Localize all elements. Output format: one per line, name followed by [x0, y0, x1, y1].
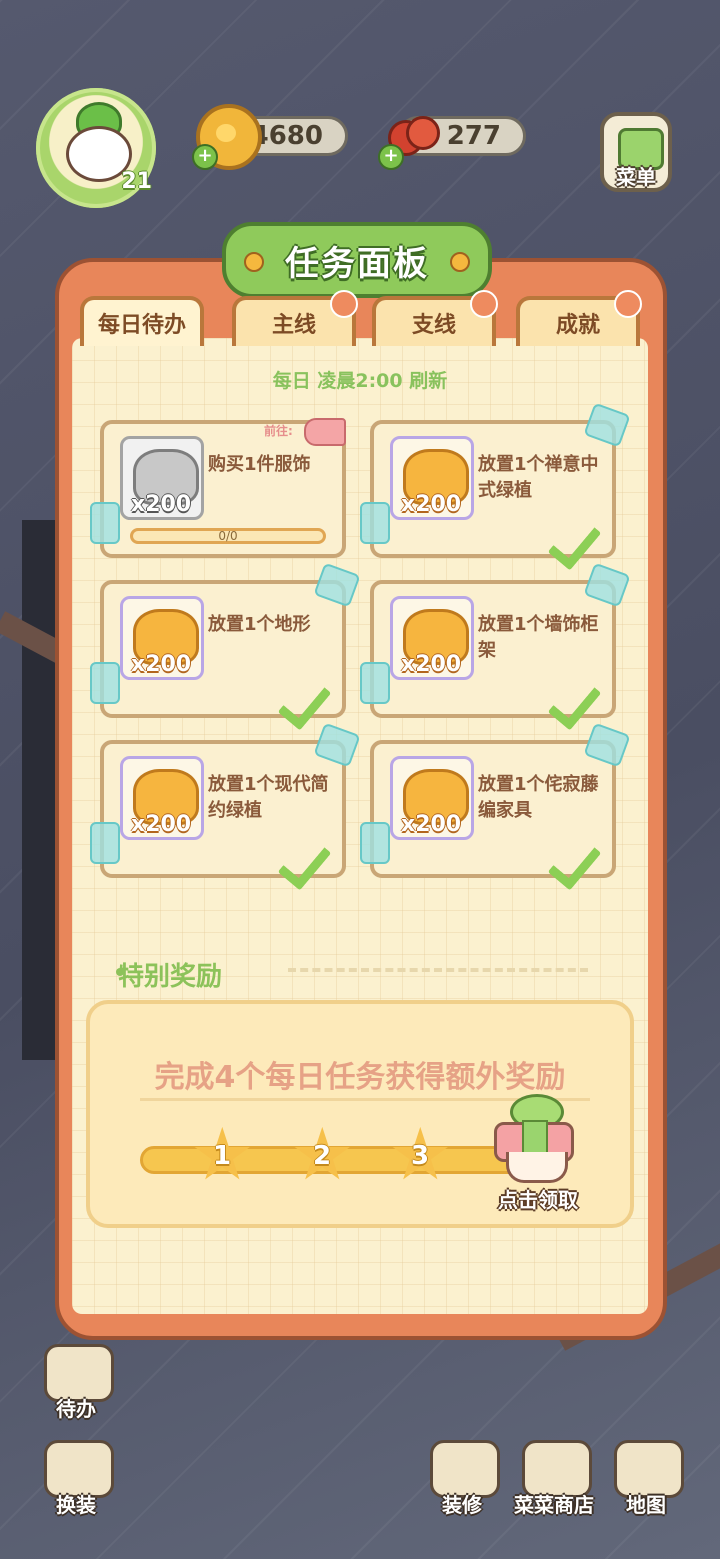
section-divider — [288, 968, 588, 982]
cherry-amount: 277 — [446, 121, 501, 151]
goto-label: 前往: — [264, 424, 293, 438]
tab-achievement-label: 成就 — [555, 313, 600, 338]
task-card[interactable]: x200 放置1个禅意中式绿植 — [360, 402, 631, 560]
decorate-button[interactable]: 装修 — [420, 1440, 504, 1518]
task-progress: 0/0 — [130, 528, 326, 544]
milestone-label: 3 — [410, 1141, 430, 1171]
refresh-note: 每日 凌晨2:00 刷新 — [272, 370, 448, 392]
tab-daily-label: 每日待办 — [97, 313, 186, 338]
reward-icon: x200 — [390, 756, 474, 840]
map-button[interactable]: 地图 — [604, 1440, 688, 1518]
check-icon — [284, 676, 340, 720]
task-card[interactable]: x200 放置1个现代简约绿植 — [90, 722, 361, 880]
todo-label: 待办 — [56, 1397, 96, 1421]
check-icon — [554, 836, 610, 880]
new-badge-icon — [614, 290, 642, 318]
milestone-star-icon: 1 — [190, 1118, 255, 1190]
decorate-label: 装修 — [442, 1493, 482, 1517]
task-text: 购买1件服饰 — [208, 454, 311, 475]
milestone-label: 1 — [212, 1141, 232, 1171]
special-reward-desc: 完成4个每日任务获得额外奖励 — [154, 1060, 566, 1095]
new-badge-icon — [470, 290, 498, 318]
reward-qty: x200 — [131, 492, 192, 517]
tab-side-label: 支线 — [411, 313, 456, 338]
reward-qty: x200 — [401, 812, 462, 837]
tape-decoration — [360, 822, 390, 864]
claim-reward-button[interactable]: 点击领取 — [482, 1184, 594, 1213]
check-icon — [554, 676, 610, 720]
milestone-star-icon: 3 — [388, 1118, 453, 1190]
task-text: 放置1个地形 — [208, 614, 311, 635]
tape-decoration — [360, 502, 390, 544]
reward-qty: x200 — [131, 652, 192, 677]
task-card[interactable]: x200 购买1件服饰 前往: 0/0 — [90, 418, 346, 558]
outfit-label: 换装 — [56, 1493, 96, 1517]
shop-button[interactable]: 菜菜商店 — [512, 1440, 596, 1518]
tab-main-label: 主线 — [271, 313, 316, 338]
task-card[interactable]: x200 放置1个墙饰柜架 — [360, 562, 631, 720]
reward-qty: x200 — [401, 652, 462, 677]
tab-achievement[interactable]: 成就 — [516, 290, 642, 346]
task-text: 放置1个墙饰柜架 — [478, 614, 599, 661]
reward-qty: x200 — [131, 812, 192, 837]
menu-label: 菜单 — [616, 165, 656, 189]
add-coins-button[interactable]: + — [192, 144, 218, 170]
task-text: 放置1个侘寂藤编家具 — [478, 774, 599, 821]
tape-decoration — [360, 662, 390, 704]
map-label: 地图 — [626, 1493, 666, 1517]
reward-icon: x200 — [390, 596, 474, 680]
tab-main[interactable]: 主线 — [232, 290, 358, 346]
reward-icon: x200 — [390, 436, 474, 520]
milestone-star-icon: 2 — [290, 1118, 355, 1190]
menu-button[interactable]: 菜单 — [600, 112, 672, 192]
panel-title-text: 任务面板 — [285, 243, 429, 284]
gift-box-icon[interactable] — [492, 1094, 576, 1183]
task-card[interactable]: x200 放置1个侘寂藤编家具 — [360, 722, 631, 880]
task-text: 放置1个禅意中式绿植 — [478, 454, 599, 501]
add-cherries-button[interactable]: + — [378, 144, 404, 170]
tape-decoration — [90, 502, 120, 544]
reward-qty: x200 — [401, 492, 462, 517]
outfit-button[interactable]: 换装 — [34, 1440, 118, 1518]
check-icon — [554, 516, 610, 560]
milestone-label: 2 — [312, 1141, 332, 1171]
new-badge-icon — [330, 290, 358, 318]
task-card[interactable]: x200 放置1个地形 — [90, 562, 361, 720]
panel-title: 任务面板 — [222, 222, 492, 298]
special-reward-title: 特别奖励 — [118, 962, 223, 992]
tape-decoration — [90, 822, 120, 864]
player-level: 21 — [121, 169, 152, 194]
tab-side[interactable]: 支线 — [372, 290, 498, 346]
reward-icon: x200 — [120, 596, 204, 680]
tape-decoration — [90, 662, 120, 704]
player-avatar[interactable]: 21 — [36, 88, 156, 208]
tab-daily[interactable]: 每日待办 — [80, 296, 204, 346]
task-text: 放置1个现代简约绿植 — [208, 774, 329, 821]
reward-icon: x200 — [120, 756, 204, 840]
shop-label: 菜菜商店 — [514, 1493, 594, 1517]
reward-icon: x200 — [120, 436, 204, 520]
goto-arrow-icon[interactable] — [304, 418, 346, 446]
check-icon — [284, 836, 340, 880]
todo-button[interactable]: 待办 — [34, 1344, 118, 1422]
